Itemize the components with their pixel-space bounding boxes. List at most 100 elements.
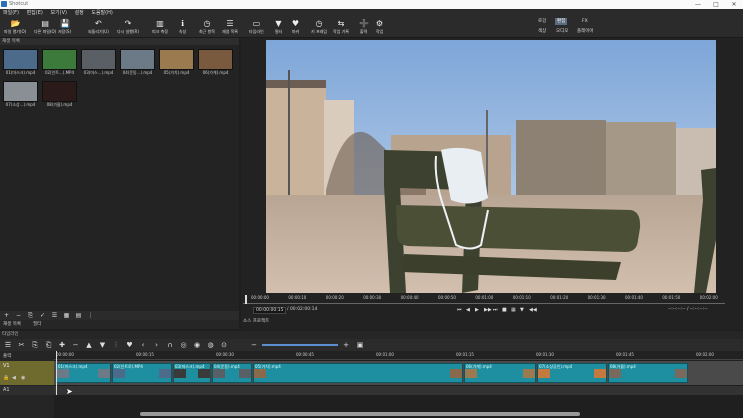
rewind-button[interactable]: ◀: [466, 307, 470, 313]
position-timecode[interactable]: 00:00:00:15: [253, 307, 287, 314]
viewer-tabs[interactable]: 소스 프로젝트: [243, 318, 269, 324]
menu-edit[interactable]: 편집(E): [24, 9, 46, 17]
timeline-clip[interactable]: 05(가치).mp4: [253, 363, 463, 383]
track-header-a1[interactable]: A1: [0, 386, 54, 395]
skip-next-button[interactable]: ⏭: [493, 307, 498, 313]
playlist-copy-button[interactable]: ⎘: [27, 312, 34, 319]
menu-view[interactable]: 보기(V): [47, 9, 70, 17]
scrubber-ruler[interactable]: 00:00:00 00:00:10 00:00:20 00:00:30 00:00:40…: [243, 295, 725, 305]
track-a1[interactable]: [54, 386, 743, 395]
playlist-grid-view-button[interactable]: ▦: [63, 312, 70, 319]
folder-open-button[interactable]: 📂 파일 열기(O): [4, 19, 26, 35]
lock-icon[interactable]: 🔒: [3, 375, 9, 381]
skip-previous-button[interactable]: ⏮: [457, 307, 462, 313]
menu-settings[interactable]: 설정: [72, 9, 87, 17]
play-button[interactable]: ▶: [475, 307, 479, 313]
close-button[interactable]: ✕: [725, 0, 743, 9]
timeline-clip[interactable]: 04(운동).mp4: [212, 363, 252, 383]
timeline-clip[interactable]: 08(가을).mp4: [608, 363, 688, 383]
stop-button[interactable]: ■: [502, 307, 507, 313]
timeline-scrub-icon[interactable]: ◎: [180, 341, 188, 349]
track-v1[interactable]: 01(마스크).mp4 02(인트로).MP4 03(마스크).mp4 04(운동).…: [54, 361, 743, 385]
grid-button[interactable]: ▦: [511, 307, 516, 313]
track-header-v1[interactable]: V1 🔒 ◀ ◉: [0, 361, 54, 385]
zoom-slider[interactable]: [262, 344, 338, 346]
fast-forward-button[interactable]: ▶▶: [484, 307, 492, 313]
timeline-lift-icon[interactable]: ▲: [85, 341, 93, 349]
timeline-remove-icon[interactable]: −: [72, 341, 80, 349]
tab-filters[interactable]: 필터: [33, 321, 41, 327]
playlist-item[interactable]: 03(마스...).mp4: [81, 49, 116, 77]
history-button[interactable]: ⇆ 작업 기록: [333, 19, 349, 35]
playlist-item[interactable]: 05(가치).mp4: [159, 49, 194, 77]
layout-audio[interactable]: 오디오: [554, 28, 570, 35]
timeline-copy-icon[interactable]: ⎘: [31, 341, 39, 349]
timeline-ripple-markers-icon[interactable]: ⊙: [220, 341, 228, 349]
redo-button[interactable]: ↷ 다시 실행(R): [117, 19, 139, 35]
timeline-cut-icon[interactable]: ✂: [18, 341, 26, 349]
file-other-button[interactable]: ▤ 다른 파일(O): [34, 19, 56, 35]
playlist-item[interactable]: 04(운동...).mp4: [120, 49, 155, 77]
playlist-menu-button[interactable]: ⋮: [87, 312, 94, 319]
export-button[interactable]: ➕ 출력: [359, 19, 369, 35]
timeline-marker-icon[interactable]: ♥: [126, 341, 134, 349]
playlist-item[interactable]: 08(가을).mp4: [42, 81, 77, 109]
playlist-item[interactable]: 01(마스크).mp4: [3, 49, 38, 77]
timeline-button[interactable]: ▭ 타임라인: [249, 19, 264, 35]
timeline-next-icon[interactable]: ›: [153, 341, 161, 349]
recent-button[interactable]: ◷ 최근 항목: [199, 19, 215, 35]
timeline-horizontal-scrollbar[interactable]: [140, 412, 580, 416]
playlist-item[interactable]: 07(소상...).mp4: [3, 81, 38, 109]
jobs-button[interactable]: ⚙ 작업: [375, 19, 384, 35]
timeline-zoom-out-icon[interactable]: −: [250, 341, 258, 349]
filter-button[interactable]: ▼ 필터: [274, 19, 283, 35]
layout-editing[interactable]: 편집: [555, 18, 568, 25]
timeline-zoom-fit-icon[interactable]: ▣: [356, 341, 364, 349]
layout-logging[interactable]: 로깅: [536, 18, 548, 25]
timeline-snap-icon[interactable]: ∩: [166, 341, 174, 349]
timeline-playhead[interactable]: [56, 351, 57, 395]
playlist-add-button[interactable]: +: [3, 312, 10, 319]
timeline-menu-icon[interactable]: ☰: [4, 341, 12, 349]
timeline-split-icon[interactable]: ⫶: [112, 341, 120, 349]
maximize-button[interactable]: □: [707, 0, 725, 9]
tab-playlist[interactable]: 재생 목록: [3, 321, 21, 327]
playlist-button[interactable]: ☰ 재생 목록: [222, 19, 238, 35]
playlist-list-view-button[interactable]: ☰: [51, 312, 58, 319]
undo-button[interactable]: ↶ 되돌리기(U): [88, 19, 109, 35]
mute-icon[interactable]: ◀: [12, 375, 16, 381]
zoom-button[interactable]: ▼: [520, 307, 524, 313]
timeline-clip[interactable]: 02(인트로).MP4: [112, 363, 172, 383]
layout-fx[interactable]: FX: [580, 18, 590, 25]
video-preview[interactable]: [266, 40, 716, 293]
playlist-icon-view-button[interactable]: ▤: [75, 312, 82, 319]
timeline-prev-icon[interactable]: ‹: [139, 341, 147, 349]
playlist-item[interactable]: 06(가게).mp4: [198, 49, 233, 77]
eye-icon[interactable]: ◉: [21, 375, 25, 381]
menu-help[interactable]: 도움말(H): [88, 9, 115, 17]
timeline-clip[interactable]: 01(마스크).mp4: [56, 363, 111, 383]
timeline-ripple-all-icon[interactable]: ◍: [207, 341, 215, 349]
minimize-button[interactable]: —: [689, 0, 707, 9]
timeline-zoom-in-icon[interactable]: +: [342, 341, 350, 349]
playlist-update-button[interactable]: ✓: [39, 312, 46, 319]
timeline-clip[interactable]: 06(가게).mp4: [464, 363, 536, 383]
timeline-ruler[interactable]: 00:00:00 00:00:15 00:00:30 00:00:45 00:01:00…: [54, 351, 743, 360]
peak-meter-button[interactable]: ▥ 피크 측정: [152, 19, 168, 35]
timeline-clip[interactable]: 03(마스크).mp4: [173, 363, 211, 383]
timeline-clip[interactable]: 07(소상공인).mp4: [537, 363, 607, 383]
save-button[interactable]: 💾 저장(S): [58, 19, 71, 35]
menu-file[interactable]: 파일(F): [0, 9, 22, 17]
playlist-remove-button[interactable]: −: [15, 312, 22, 319]
playhead[interactable]: [245, 295, 247, 304]
timeline-append-icon[interactable]: ✚: [58, 341, 66, 349]
keyframes-button[interactable]: ◷ 키 프레임: [311, 19, 327, 35]
layout-color[interactable]: 색상: [536, 28, 548, 35]
volume-button[interactable]: ◀◀: [529, 307, 537, 313]
markers-button[interactable]: ♥ 마커: [291, 19, 300, 35]
timeline-paste-icon[interactable]: ⎗: [45, 341, 53, 349]
timeline-overwrite-icon[interactable]: ▼: [99, 341, 107, 349]
layout-player[interactable]: 플레이어: [575, 28, 596, 35]
timeline-ripple-icon[interactable]: ◉: [193, 341, 201, 349]
playlist-item[interactable]: 02(인트...).MP4: [42, 49, 77, 77]
